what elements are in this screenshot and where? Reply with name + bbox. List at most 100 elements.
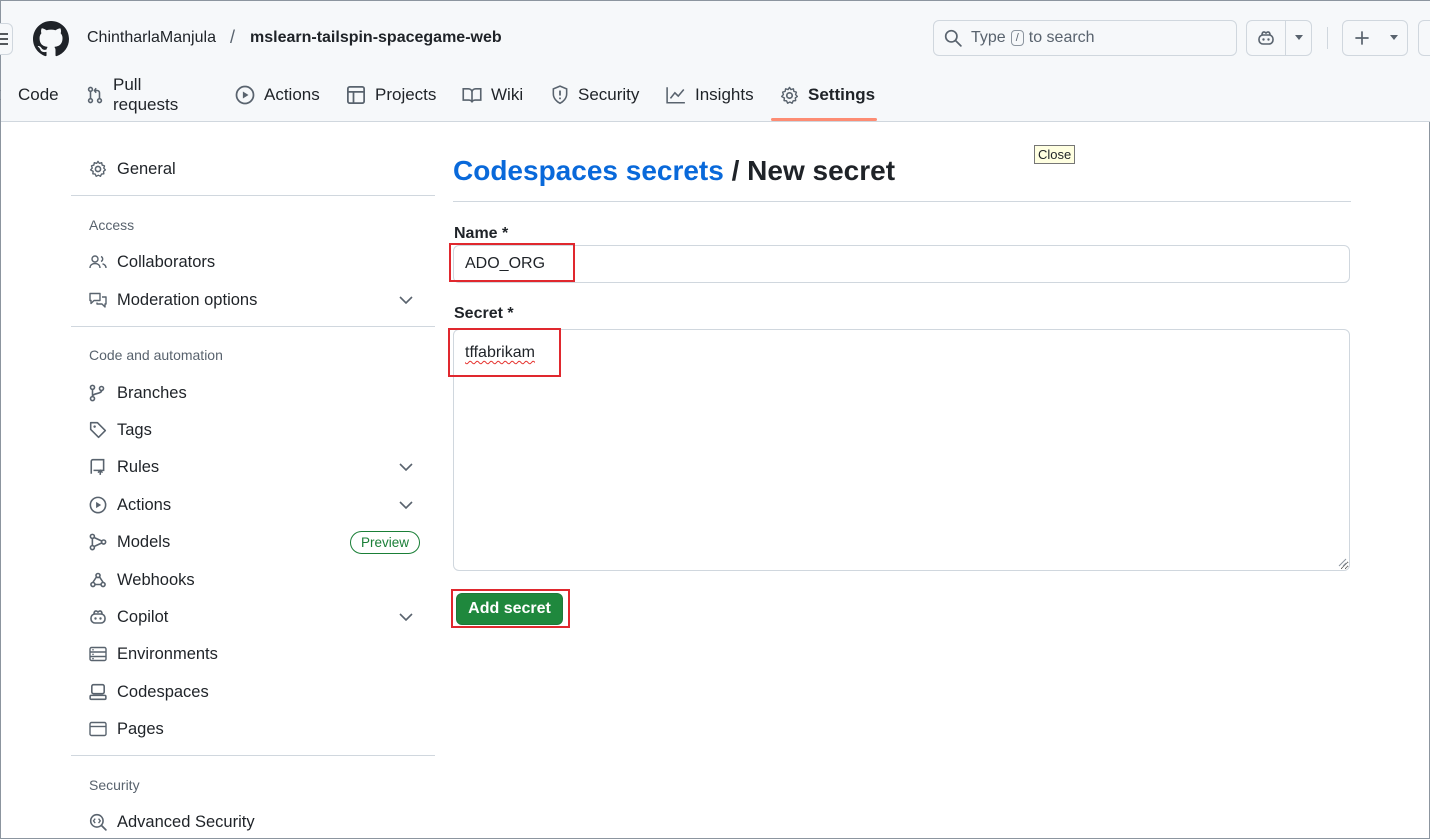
sidebar-item-advanced-security[interactable]: Advanced Security [71, 805, 435, 839]
sidebar-item-label: Actions [117, 495, 172, 514]
tab-projects-label: Projects [375, 85, 437, 104]
sidebar-item-actions[interactable]: Actions [71, 488, 435, 522]
pull-request-icon [86, 86, 104, 104]
chevron-down-icon [399, 501, 413, 509]
github-logo-icon[interactable] [33, 21, 69, 57]
tab-wiki[interactable]: Wiki [462, 73, 523, 117]
secret-value-text: tffabrikam [465, 344, 535, 361]
sidebar-item-environments[interactable]: Environments [71, 637, 435, 671]
sidebar-item-pages[interactable]: Pages [71, 712, 435, 746]
tab-security[interactable]: Security [551, 73, 639, 117]
resize-grip-icon[interactable] [1337, 557, 1347, 567]
triangle-down-icon [1389, 35, 1399, 41]
models-icon [89, 533, 107, 551]
selected-tab-indicator [771, 118, 877, 121]
search-input[interactable]: Type / to search [933, 20, 1237, 56]
search-placeholder-suffix: to search [1028, 29, 1095, 46]
sidebar-item-collaborators[interactable]: Collaborators [71, 245, 435, 279]
code-icon [0, 87, 9, 103]
sidebar-divider [71, 755, 435, 756]
hamburger-icon [0, 33, 8, 45]
sidebar-item-codespaces[interactable]: Codespaces [71, 675, 435, 709]
app-header: ChintharlaManjula / mslearn-tailspin-spa… [0, 1, 1430, 122]
sidebar-item-label: Environments [117, 644, 218, 663]
issues-button[interactable] [1418, 20, 1430, 56]
codespaces-icon [89, 683, 107, 701]
secret-name-input[interactable]: ADO_ORG [453, 245, 1350, 283]
tab-settings-label: Settings [808, 85, 876, 104]
browser-icon [89, 721, 107, 737]
sidebar-item-label: Codespaces [117, 682, 209, 701]
play-icon [89, 496, 107, 514]
tab-wiki-label: Wiki [491, 85, 524, 104]
sidebar-item-label: Models [117, 532, 171, 551]
sidebar-item-moderation-options[interactable]: Moderation options [71, 283, 435, 317]
sidebar-item-label: Webhooks [117, 570, 195, 589]
sidebar-item-models[interactable]: Models Preview [71, 525, 435, 559]
sidebar-item-label: Pages [117, 719, 164, 738]
search-placeholder-type: Type [971, 29, 1006, 46]
sidebar-heading-security: Security [89, 777, 140, 793]
sidebar-item-copilot[interactable]: Copilot [71, 600, 435, 634]
tab-projects[interactable]: Projects [346, 73, 436, 117]
create-new-button[interactable] [1342, 20, 1408, 56]
preview-badge: Preview [350, 530, 421, 554]
sidebar-heading-code-automation: Code and automation [89, 347, 223, 363]
name-label: Name * [454, 225, 509, 242]
create-dropdown-button[interactable] [1381, 21, 1407, 55]
graph-icon [666, 86, 686, 104]
chevron-down-icon [399, 296, 413, 304]
webhook-icon [89, 571, 107, 589]
sidebar-item-webhooks[interactable]: Webhooks [71, 563, 435, 597]
tab-code[interactable]: Code [0, 73, 59, 117]
secret-value-textarea[interactable]: tffabrikam [453, 329, 1350, 571]
owner-link[interactable]: ChintharlaManjula [87, 29, 216, 47]
tab-security-label: Security [578, 85, 640, 104]
gear-icon [780, 86, 799, 105]
add-secret-button[interactable]: Add secret [456, 593, 563, 625]
sidebar-item-branches[interactable]: Branches [71, 376, 435, 410]
tab-actions[interactable]: Actions [235, 73, 320, 117]
plus-button[interactable] [1343, 21, 1381, 55]
tab-code-label: Code [18, 85, 59, 104]
comment-discussion-icon [89, 292, 107, 308]
sidebar-item-rules[interactable]: Rules [71, 450, 435, 484]
page-title-text: / New secret [731, 155, 896, 186]
copilot-button[interactable] [1247, 21, 1285, 55]
sidebar-item-label: Tags [117, 420, 152, 439]
codespaces-secrets-link[interactable]: Codespaces secrets [453, 155, 724, 186]
header-divider [1327, 27, 1328, 49]
tab-pull-requests-label: Pull requests [113, 75, 179, 114]
copilot-dropdown-button[interactable] [1285, 21, 1311, 55]
tab-settings[interactable]: Settings [780, 73, 875, 117]
title-divider [453, 201, 1351, 202]
copilot-button-group [1246, 20, 1312, 56]
tab-pull-requests[interactable]: Pull requests [86, 73, 178, 117]
sidebar-item-label: Collaborators [117, 252, 216, 271]
settings-sidebar: General Access Collaborators Moderation … [71, 122, 435, 839]
people-icon [89, 254, 107, 270]
sidebar-item-label: Advanced Security [117, 812, 255, 831]
sidebar-divider [71, 195, 435, 196]
sidebar-item-label: Copilot [117, 607, 169, 626]
git-branch-icon [89, 384, 105, 402]
sidebar-heading-access: Access [89, 217, 135, 233]
gear-icon [89, 160, 107, 178]
close-tooltip: Close [1034, 145, 1076, 164]
sidebar-item-general[interactable]: General [71, 152, 435, 186]
repo-link[interactable]: mslearn-tailspin-spacegame-web [250, 29, 502, 47]
codescan-icon [89, 813, 107, 831]
sidebar-divider [71, 326, 435, 327]
hamburger-menu-button[interactable] [0, 23, 13, 55]
play-icon [235, 85, 255, 105]
tab-insights[interactable]: Insights [666, 73, 754, 117]
sidebar-item-label: Moderation options [117, 290, 258, 309]
search-shortcut-key: / [1010, 30, 1024, 46]
sidebar-item-label: General [117, 159, 176, 178]
server-icon [89, 646, 107, 662]
tag-icon [89, 421, 107, 439]
sidebar-item-tags[interactable]: Tags [71, 413, 435, 447]
chevron-down-icon [399, 463, 413, 471]
page-title: Codespaces secrets / New secret [453, 155, 895, 187]
sidebar-item-label: Rules [117, 457, 160, 476]
